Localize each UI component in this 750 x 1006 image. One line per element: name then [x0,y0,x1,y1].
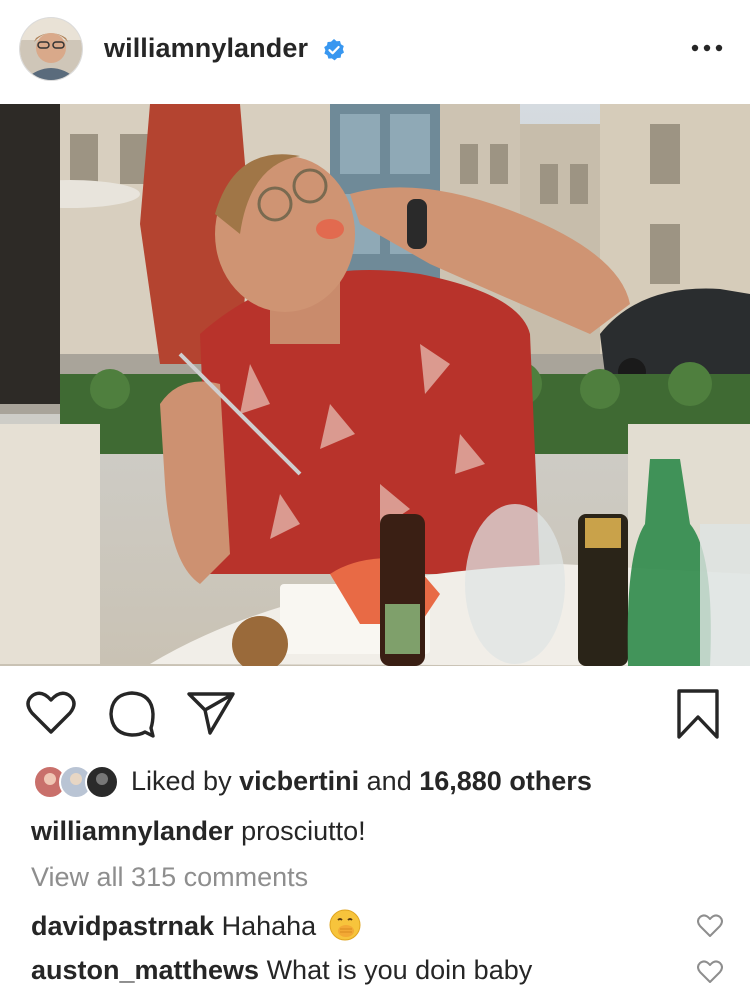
post-caption: williamnylander prosciutto! [31,816,366,847]
comment-like-heart-icon[interactable] [697,960,723,984]
comment-item: davidpastrnak Hahaha [31,908,362,942]
more-dots-icon[interactable] [690,38,724,58]
comment-item: auston_matthews What is you doin baby [31,955,532,986]
post-header: williamnylander [0,0,750,104]
likes-prefix: Liked by [131,766,232,796]
verified-badge-icon [322,38,346,62]
liker-username[interactable]: vicbertini [239,766,359,796]
bookmark-icon[interactable] [676,688,720,740]
comment-text: Hahaha [221,911,317,941]
caption-text: prosciutto! [241,816,366,846]
likes-others-count[interactable]: 16,880 others [419,766,592,796]
paper-plane-icon[interactable] [186,690,236,736]
like-heart-icon[interactable] [26,690,76,736]
post-photo[interactable] [0,104,750,666]
comment-username[interactable]: auston_matthews [31,955,259,985]
comment-icon[interactable] [107,690,157,738]
avatar[interactable] [20,18,82,80]
likes-middle: and [366,766,412,796]
caption-username[interactable]: williamnylander [31,816,234,846]
comment-username[interactable]: davidpastrnak [31,911,214,941]
hand-over-mouth-emoji-icon [328,908,362,942]
liker-avatars[interactable] [32,764,122,800]
comment-like-heart-icon[interactable] [697,914,723,938]
comment-item-cutoff [31,1000,231,1006]
view-all-comments-link[interactable]: View all 315 comments [31,862,308,893]
comment-text: What is you doin baby [266,955,533,985]
likes-summary[interactable]: Liked by vicbertini and 16,880 others [131,766,592,797]
username[interactable]: williamnylander [104,33,308,64]
